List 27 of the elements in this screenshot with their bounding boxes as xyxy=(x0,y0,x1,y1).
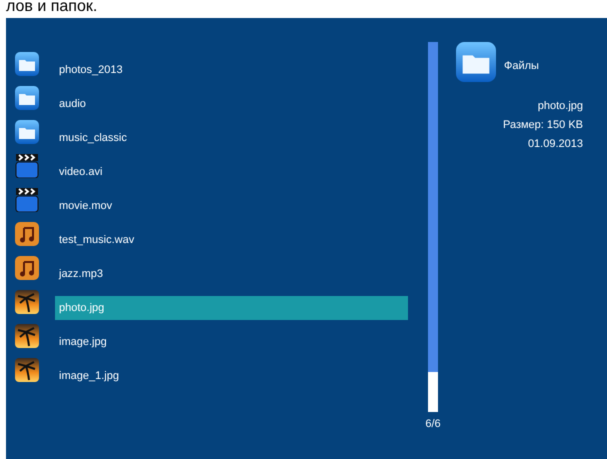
file-item[interactable]: movie.mov xyxy=(55,194,408,218)
caption-text: лов и папок. xyxy=(5,0,98,17)
clapperboard-icon xyxy=(15,154,39,178)
music-note-icon xyxy=(15,222,39,246)
file-date: 01.09.2013 xyxy=(528,138,583,151)
folder-icon xyxy=(15,120,39,144)
palm-sunset-icon xyxy=(15,324,39,348)
folder-icon xyxy=(456,42,496,82)
file-item[interactable]: video.avi xyxy=(55,160,408,184)
file-item[interactable]: image.jpg xyxy=(55,330,408,354)
scrollbar[interactable] xyxy=(428,42,438,412)
folder-icon xyxy=(15,86,39,110)
file-item[interactable]: image_1.jpg xyxy=(55,364,408,388)
file-item[interactable]: photos_2013 xyxy=(55,58,408,82)
music-note-icon xyxy=(15,256,39,280)
folder-icon xyxy=(15,52,39,76)
file-item[interactable]: jazz.mp3 xyxy=(55,262,408,286)
file-item[interactable]: test_music.wav xyxy=(55,228,408,252)
file-item[interactable]: music_classic xyxy=(55,126,408,150)
page-counter: 6/6 xyxy=(425,418,441,430)
palm-sunset-icon xyxy=(15,358,39,382)
palm-sunset-icon xyxy=(15,290,39,314)
file-name: photo.jpg xyxy=(538,100,583,113)
file-size: Размер: 150 KB xyxy=(502,119,583,132)
file-item[interactable]: audio xyxy=(55,92,408,116)
info-title: Файлы xyxy=(504,60,539,72)
clapperboard-icon xyxy=(15,188,39,212)
